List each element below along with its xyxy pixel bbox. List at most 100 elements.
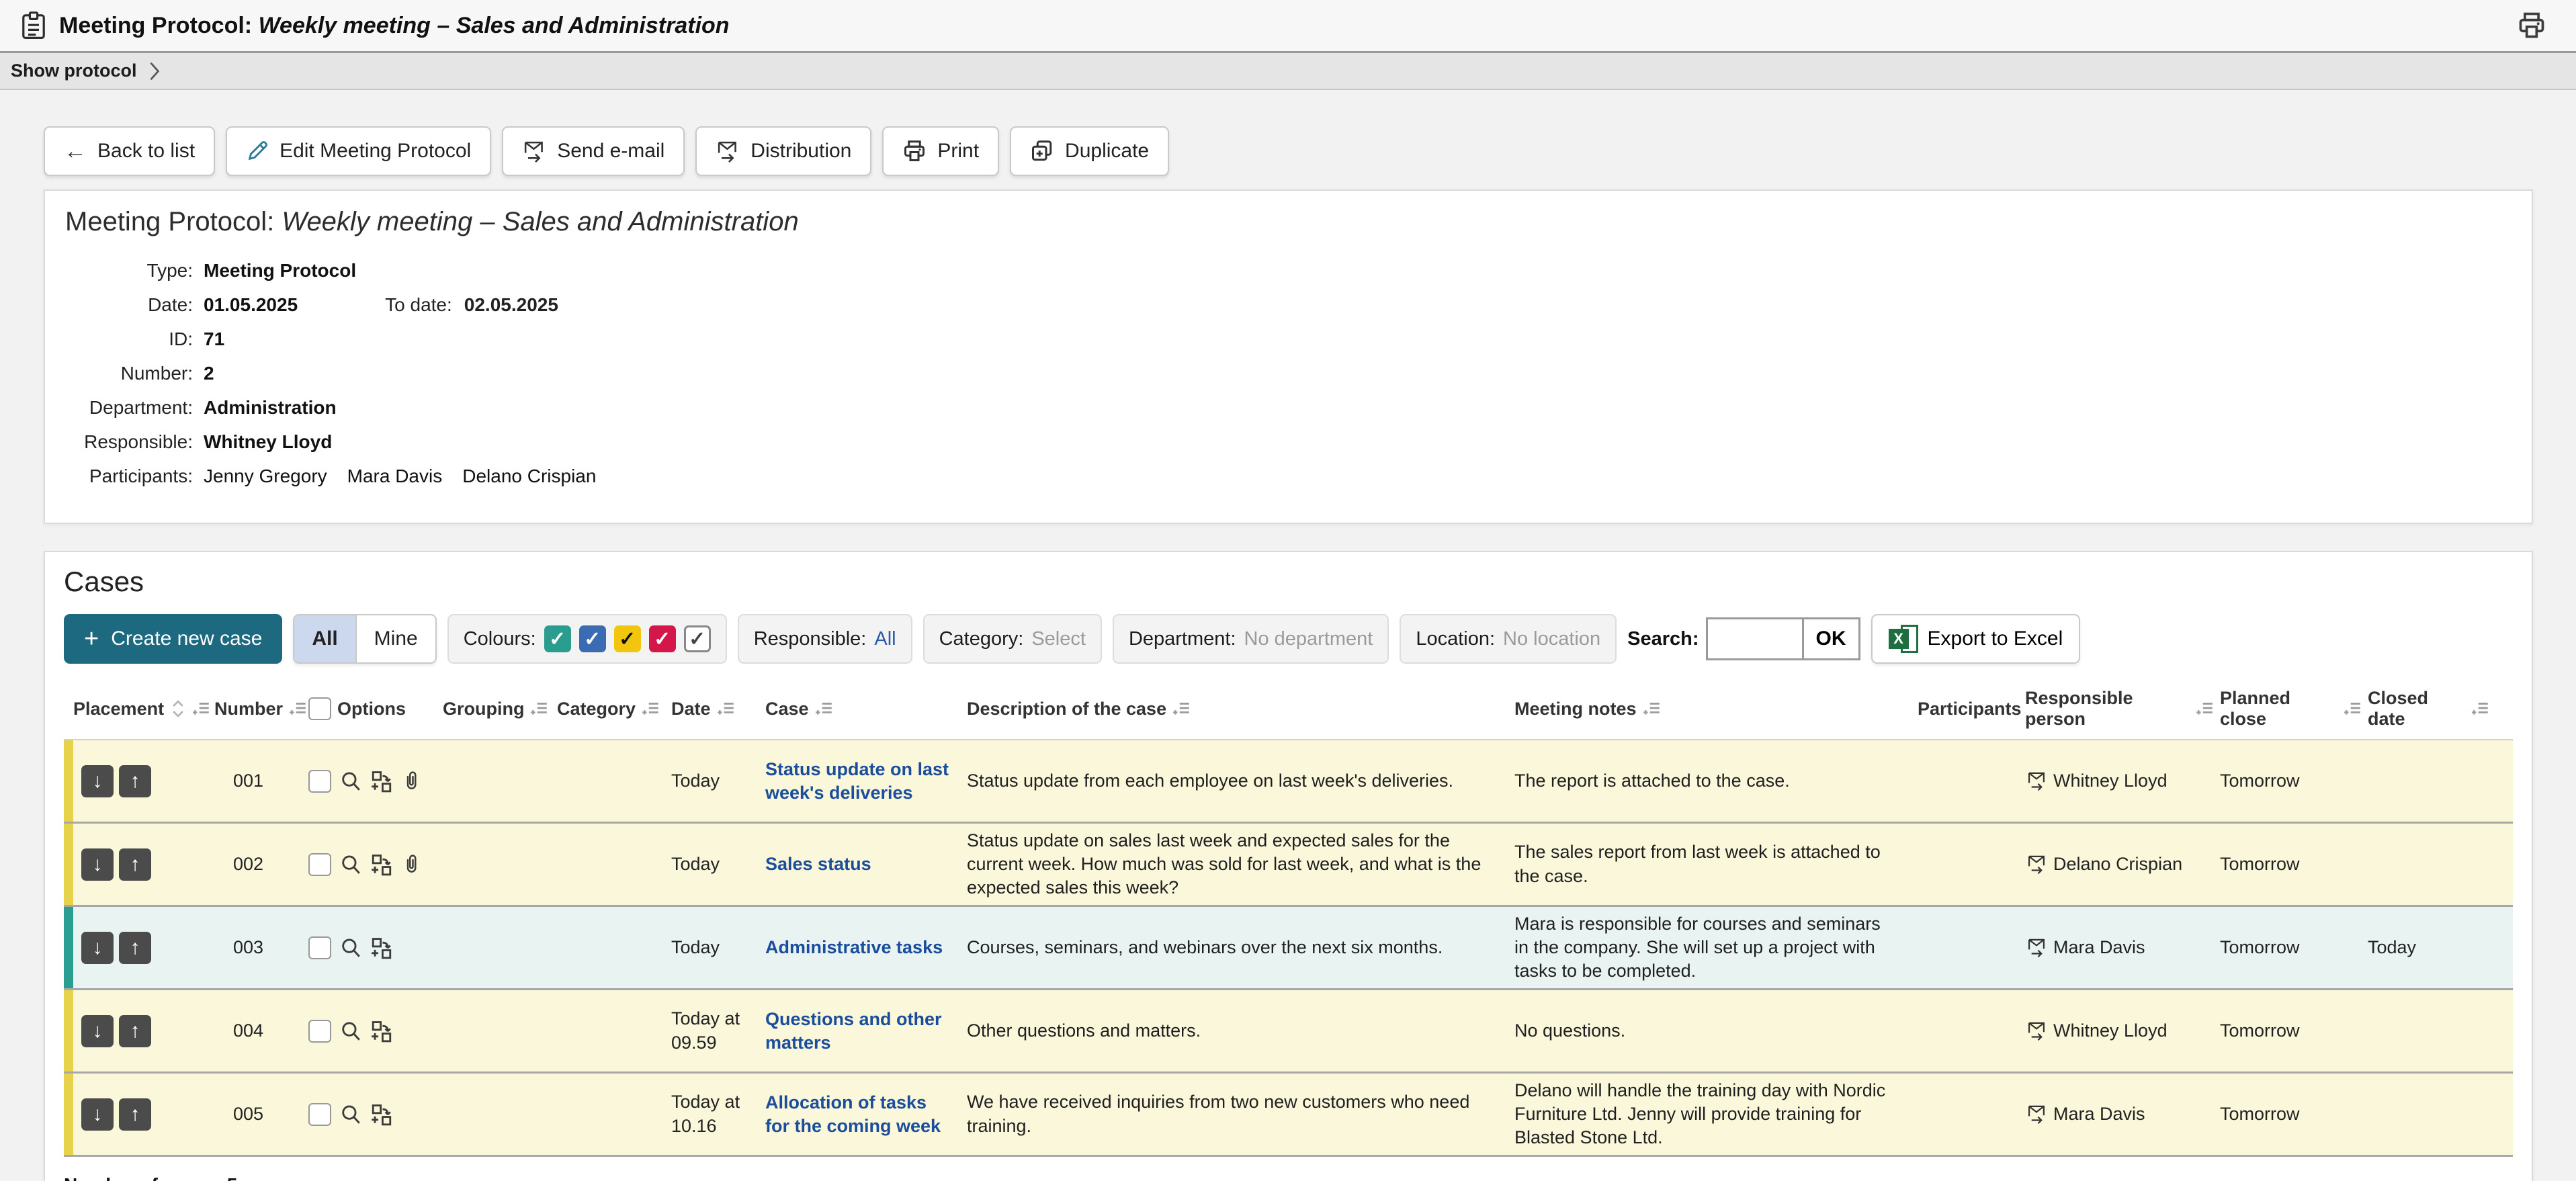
column-header-category[interactable]: Category xyxy=(557,699,671,719)
select-all-checkbox[interactable] xyxy=(308,697,331,720)
move-down-button[interactable]: ↓ xyxy=(81,1098,114,1131)
move-to-protocol-icon[interactable] xyxy=(370,1020,393,1043)
column-header-grouping[interactable]: Grouping xyxy=(443,699,557,719)
column-header-responsible[interactable]: Responsible person xyxy=(2025,688,2220,730)
preview-icon[interactable] xyxy=(339,1020,362,1043)
move-to-protocol-icon[interactable] xyxy=(370,1103,393,1126)
column-header-meeting-notes[interactable]: Meeting notes xyxy=(1514,699,1918,719)
column-header-planned-close[interactable]: Planned close xyxy=(2220,688,2368,730)
category-filter-group[interactable]: Category: Select xyxy=(923,614,1102,664)
row-checkbox[interactable] xyxy=(308,853,331,876)
edit-meeting-protocol-button[interactable]: Edit Meeting Protocol xyxy=(226,126,491,176)
move-up-button[interactable]: ↑ xyxy=(119,932,151,964)
print-icon[interactable] xyxy=(2517,11,2546,40)
row-checkbox[interactable] xyxy=(308,936,331,959)
export-to-excel-button[interactable]: X Export to Excel xyxy=(1871,614,2081,664)
row-colour-stripe xyxy=(64,1074,73,1155)
preview-icon[interactable] xyxy=(339,770,362,793)
row-colour-stripe xyxy=(64,740,73,822)
envelope-send-icon[interactable] xyxy=(2025,853,2048,876)
search-ok-button[interactable]: OK xyxy=(1802,619,1858,658)
filter-icon[interactable] xyxy=(192,700,211,717)
move-down-button[interactable]: ↓ xyxy=(81,932,114,964)
column-header-number[interactable]: Number xyxy=(214,699,308,719)
back-to-list-button[interactable]: ← Back to list xyxy=(44,126,215,176)
move-to-protocol-icon[interactable] xyxy=(370,770,393,793)
column-header-participants: Participants xyxy=(1918,699,2025,719)
column-header-case[interactable]: Case xyxy=(765,699,967,719)
attachment-icon[interactable] xyxy=(401,853,421,876)
filter-icon[interactable] xyxy=(289,700,308,717)
preview-icon[interactable] xyxy=(339,936,362,959)
column-header-closed-date[interactable]: Closed date xyxy=(2368,688,2495,730)
search-input[interactable] xyxy=(1708,619,1802,658)
filter-icon[interactable] xyxy=(2344,700,2362,717)
column-header-description[interactable]: Description of the case xyxy=(967,699,1514,719)
sort-icon[interactable] xyxy=(170,699,186,719)
category-filter-value[interactable]: Select xyxy=(1031,628,1086,650)
envelope-send-icon[interactable] xyxy=(2025,1103,2048,1126)
send-email-button[interactable]: Send e-mail xyxy=(502,126,685,176)
move-up-button[interactable]: ↑ xyxy=(119,1015,151,1047)
distribution-button[interactable]: Distribution xyxy=(695,126,871,176)
case-link[interactable]: Allocation of tasks for the coming week xyxy=(765,1091,967,1137)
location-filter-value[interactable]: No location xyxy=(1503,628,1600,650)
case-description: Status update on sales last week and exp… xyxy=(967,829,1514,900)
move-down-button[interactable]: ↓ xyxy=(81,848,114,881)
breadcrumb-show-protocol[interactable]: Show protocol xyxy=(11,60,136,81)
row-checkbox[interactable] xyxy=(308,1103,331,1126)
create-new-case-button[interactable]: + Create new case xyxy=(64,614,282,664)
envelope-send-icon[interactable] xyxy=(2025,936,2048,959)
case-link[interactable]: Administrative tasks xyxy=(765,936,967,959)
filter-icon[interactable] xyxy=(1643,700,1662,717)
preview-icon[interactable] xyxy=(339,1103,362,1126)
envelope-send-icon[interactable] xyxy=(2025,770,2048,793)
responsible-cell: Whitney Lloyd xyxy=(2025,770,2220,793)
cases-panel: Cases + Create new case All Mine Colours… xyxy=(44,551,2533,1181)
print-button[interactable]: Print xyxy=(882,126,999,176)
envelope-send-icon xyxy=(522,139,546,163)
filter-icon[interactable] xyxy=(530,700,549,717)
attachment-icon[interactable] xyxy=(401,770,421,793)
responsible-filter-value[interactable]: All xyxy=(874,628,896,650)
filter-icon[interactable] xyxy=(2196,700,2215,717)
move-down-button[interactable]: ↓ xyxy=(81,1015,114,1047)
arrow-left-icon: ← xyxy=(64,138,87,165)
case-link[interactable]: Status update on last week's deliveries xyxy=(765,758,967,804)
row-checkbox[interactable] xyxy=(308,1020,331,1043)
colour-checkbox-yellow[interactable]: ✓ xyxy=(614,625,641,652)
filter-mine-tab[interactable]: Mine xyxy=(357,615,435,662)
move-to-protocol-icon[interactable] xyxy=(370,853,393,876)
options-cell xyxy=(308,936,443,959)
case-link[interactable]: Questions and other matters xyxy=(765,1008,967,1054)
colour-checkbox-white[interactable]: ✓ xyxy=(684,625,711,652)
move-down-button[interactable]: ↓ xyxy=(81,765,114,797)
colour-checkbox-blue[interactable]: ✓ xyxy=(579,625,606,652)
column-header-date[interactable]: Date xyxy=(671,699,765,719)
filter-icon[interactable] xyxy=(2471,700,2490,717)
colour-checkbox-red[interactable]: ✓ xyxy=(649,625,676,652)
envelope-send-icon[interactable] xyxy=(2025,1020,2048,1043)
responsible-filter-group[interactable]: Responsible: All xyxy=(738,614,912,664)
duplicate-button[interactable]: Duplicate xyxy=(1010,126,1169,176)
move-up-button[interactable]: ↑ xyxy=(119,1098,151,1131)
filter-icon[interactable] xyxy=(642,700,660,717)
filter-icon[interactable] xyxy=(815,700,834,717)
filter-all-tab[interactable]: All xyxy=(294,615,356,662)
case-link[interactable]: Sales status xyxy=(765,852,967,876)
column-header-options: Options xyxy=(308,697,443,720)
colour-checkbox-green[interactable]: ✓ xyxy=(544,625,571,652)
location-filter-group[interactable]: Location: No location xyxy=(1400,614,1617,664)
move-up-button[interactable]: ↑ xyxy=(119,765,151,797)
detail-responsible: Responsible: Whitney Lloyd xyxy=(65,431,2511,453)
department-filter-group[interactable]: Department: No department xyxy=(1113,614,1389,664)
row-checkbox[interactable] xyxy=(308,770,331,793)
department-filter-value[interactable]: No department xyxy=(1244,628,1373,650)
row-colour-stripe xyxy=(64,907,73,988)
move-to-protocol-icon[interactable] xyxy=(370,936,393,959)
filter-icon[interactable] xyxy=(1172,700,1191,717)
move-up-button[interactable]: ↑ xyxy=(119,848,151,881)
filter-icon[interactable] xyxy=(717,700,736,717)
column-header-placement[interactable]: Placement xyxy=(73,699,214,719)
preview-icon[interactable] xyxy=(339,853,362,876)
